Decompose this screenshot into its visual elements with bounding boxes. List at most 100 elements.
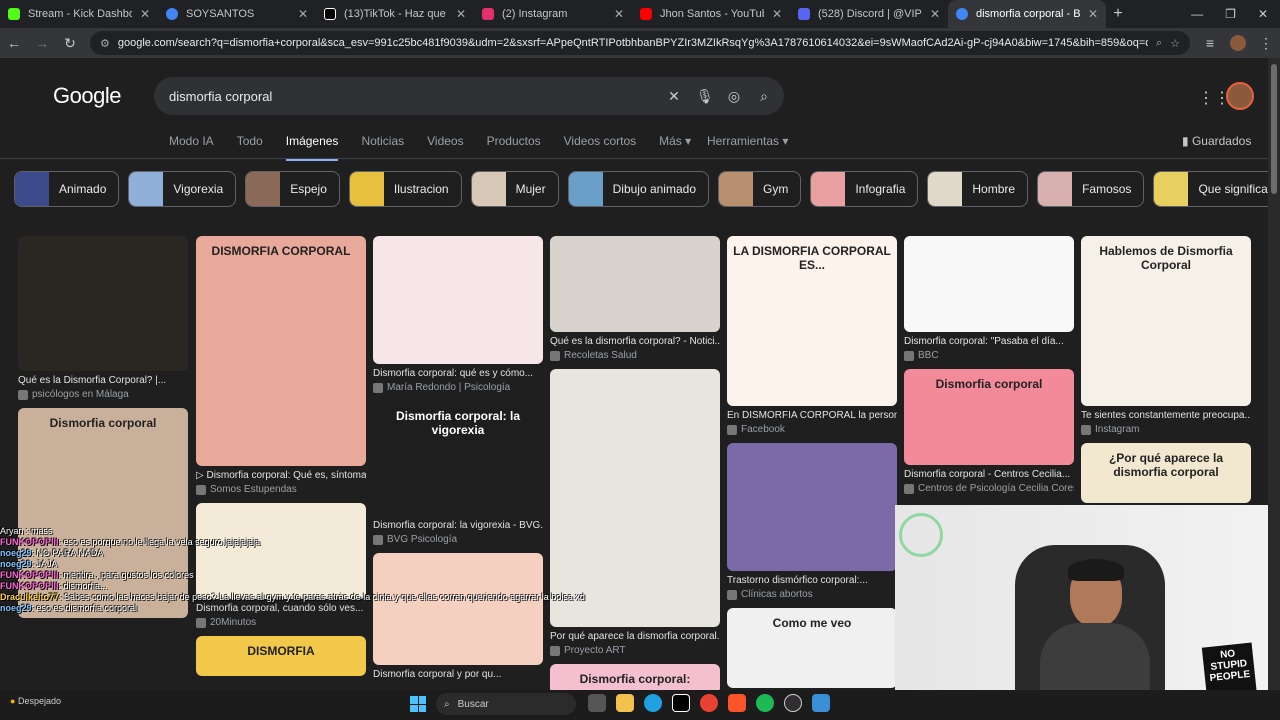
maximize-icon[interactable]: ❐ — [1225, 7, 1236, 21]
result-thumbnail[interactable] — [550, 236, 720, 332]
bookmark-star-icon[interactable]: ☆ — [1170, 37, 1180, 50]
tab-imagenes[interactable]: Imágenes — [285, 134, 339, 161]
result-thumbnail[interactable] — [18, 236, 188, 371]
result-source[interactable]: María Redondo | Psicología — [373, 382, 543, 393]
result-title[interactable]: ▷ Dismorfia corporal: Qué es, síntoma... — [196, 470, 366, 481]
back-icon[interactable]: ← — [6, 35, 22, 51]
result-title[interactable]: Qué es la Dismorfia Corporal? |... — [18, 375, 188, 386]
result-thumbnail[interactable]: DISMORFIA CORPORAL — [196, 236, 366, 466]
tab-todo[interactable]: Todo — [237, 134, 263, 161]
new-tab-button[interactable]: + — [1106, 5, 1130, 23]
search-bar[interactable]: ✕ 🎙 ◎ ⌕ — [154, 77, 784, 115]
result-source[interactable]: BBC — [904, 350, 1074, 361]
image-result[interactable]: ¿Por qué aparece la dismorfia corporal — [1081, 443, 1251, 503]
image-result[interactable]: LA DISMORFIA CORPORAL ES... En DISMORFIA … — [727, 236, 897, 435]
minimize-icon[interactable]: — — [1191, 7, 1203, 21]
result-title[interactable]: Dismorfia corporal: "Pasaba el día... — [904, 336, 1074, 347]
brave-icon[interactable] — [728, 694, 746, 712]
chip-vigorexia[interactable]: Vigorexia — [128, 171, 237, 207]
chip-animado[interactable]: Animado — [14, 171, 120, 207]
result-title[interactable]: Dismorfia corporal: qué es y cómo... — [373, 368, 543, 379]
result-source[interactable]: Facebook — [727, 424, 897, 435]
weather-widget[interactable]: ● Despejado — [10, 696, 61, 706]
search-icon[interactable]: ⌕ — [756, 88, 772, 105]
image-result[interactable]: Qué es la Dismorfia Corporal? |... psicól… — [18, 236, 188, 400]
chat-username[interactable]: FUNKOPOPIII — [0, 581, 59, 591]
result-title[interactable]: Dismorfia corporal y por qu... — [373, 669, 543, 680]
chip-que-significa[interactable]: Que significa — [1153, 171, 1268, 207]
chat-username[interactable]: noeg29 — [0, 559, 32, 569]
browser-tab[interactable]: SOYSANTOS ✕ — [158, 0, 316, 28]
tab-modo-ia[interactable]: Modo IA — [169, 134, 214, 161]
google-logo[interactable]: Google — [53, 83, 121, 109]
image-result[interactable]: Hablemos de Dismorfia Corporal Te sientes… — [1081, 236, 1251, 435]
chrome-icon[interactable] — [700, 694, 718, 712]
page-scrollbar[interactable] — [1268, 58, 1280, 720]
result-source[interactable]: Centros de Psicología Cecilia Cores — [904, 483, 1074, 494]
result-thumbnail[interactable] — [904, 236, 1074, 332]
tab-productos[interactable]: Productos — [487, 134, 541, 161]
result-title[interactable]: Qué es la dismorfia corporal? - Notici..… — [550, 336, 720, 347]
microphone-icon[interactable]: 🎙 — [696, 88, 714, 105]
spotify-icon[interactable] — [756, 694, 774, 712]
image-result[interactable]: Dismorfia corporal y por qu... — [373, 553, 543, 680]
result-thumbnail[interactable]: Como me veo — [727, 608, 897, 688]
close-tab-icon[interactable]: ✕ — [456, 7, 466, 21]
result-thumbnail[interactable] — [550, 369, 720, 627]
result-thumbnail[interactable]: LA DISMORFIA CORPORAL ES... — [727, 236, 897, 406]
edge-icon[interactable] — [644, 694, 662, 712]
browser-tab[interactable]: (2) Instagram ✕ — [474, 0, 632, 28]
result-source[interactable]: Recoletas Salud — [550, 350, 720, 361]
url-field[interactable]: ⚙ google.com/search?q=dismorfia+corporal… — [90, 31, 1190, 55]
browser-tab-active[interactable]: dismorfia corporal - Buscar con✕ — [948, 0, 1106, 28]
result-thumbnail[interactable] — [373, 553, 543, 665]
task-view-icon[interactable] — [588, 694, 606, 712]
chat-username[interactable]: Draculkeito77 — [0, 592, 59, 602]
result-title[interactable]: Por qué aparece la dismorfia corporal... — [550, 631, 720, 642]
close-tab-icon[interactable]: ✕ — [1088, 7, 1098, 21]
result-title[interactable]: Dismorfia corporal: la vigorexia - BVG..… — [373, 520, 543, 531]
result-source[interactable]: BVG Psicología — [373, 534, 543, 545]
close-window-icon[interactable]: ✕ — [1258, 7, 1268, 21]
image-result[interactable]: DISMORFIA CORPORAL ▷ Dismorfia corporal: … — [196, 236, 366, 495]
media-controls-icon[interactable]: ≡ — [1202, 35, 1218, 51]
profile-avatar-small[interactable] — [1230, 35, 1246, 51]
result-source[interactable]: Instagram — [1081, 424, 1251, 435]
reload-icon[interactable]: ↻ — [62, 35, 78, 52]
browser-tab[interactable]: (528) Discord | @VIPs Collage S✕ — [790, 0, 948, 28]
file-explorer-icon[interactable] — [616, 694, 634, 712]
tools-button[interactable]: Herramientas ▾ — [707, 134, 788, 148]
image-result[interactable]: Dismorfia corporal: qué es y cómo... Marí… — [373, 236, 543, 393]
close-tab-icon[interactable]: ✕ — [614, 7, 624, 21]
search-input[interactable] — [169, 88, 652, 104]
account-avatar[interactable] — [1226, 82, 1254, 110]
chip-dibujo-animado[interactable]: Dibujo animado — [567, 171, 709, 207]
chip-famosos[interactable]: Famosos — [1037, 171, 1145, 207]
saved-button[interactable]: ▮ Guardados — [1182, 134, 1251, 148]
lens-icon[interactable]: ◎ — [726, 88, 742, 105]
x-app-icon[interactable] — [672, 694, 690, 712]
close-tab-icon[interactable]: ✕ — [140, 7, 150, 21]
chip-ilustracion[interactable]: Ilustracion — [348, 171, 462, 207]
image-result[interactable]: Como me veo — [727, 608, 897, 688]
browser-tab[interactable]: (13)TikTok - Haz que tu día sea✕ — [316, 0, 474, 28]
app-icon[interactable] — [812, 694, 830, 712]
clear-icon[interactable]: ✕ — [666, 88, 682, 105]
image-result[interactable]: Dismorfia corporal Dismorfia corporal - C… — [904, 369, 1074, 494]
chat-username[interactable]: noeg29 — [0, 548, 32, 558]
result-title[interactable]: Te sientes constantemente preocupa... — [1081, 410, 1251, 421]
chat-username[interactable]: FUNKOPOPIII — [0, 570, 59, 580]
result-thumbnail[interactable]: Hablemos de Dismorfia Corporal — [1081, 236, 1251, 406]
close-tab-icon[interactable]: ✕ — [772, 7, 782, 21]
browser-tab[interactable]: Stream - Kick Dashboard✕ — [0, 0, 158, 28]
chat-username[interactable]: FUNKOPOPIII — [0, 537, 59, 547]
image-result[interactable]: Trastorno dismórfico corporal:... Clínica… — [727, 443, 897, 600]
close-tab-icon[interactable]: ✕ — [298, 7, 308, 21]
result-thumbnail[interactable] — [727, 443, 897, 571]
browser-tab[interactable]: Jhon Santos - YouTube ✕ — [632, 0, 790, 28]
windows-start-icon[interactable] — [410, 696, 426, 712]
result-source[interactable]: Clínicas abortos — [727, 589, 897, 600]
taskbar-search[interactable]: ⌕ Buscar — [436, 693, 576, 715]
chip-infografia[interactable]: Infografia — [810, 171, 919, 207]
image-result[interactable]: Qué es la dismorfia corporal? - Notici..… — [550, 236, 720, 361]
